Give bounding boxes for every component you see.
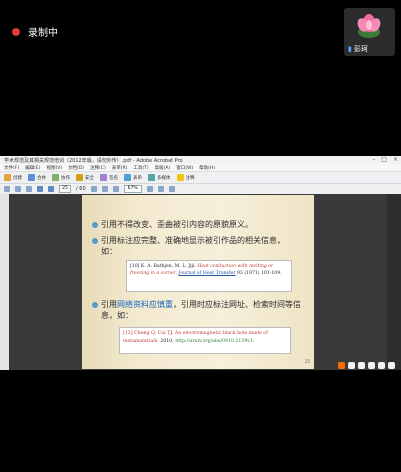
mic-icon: ▮ bbox=[348, 45, 352, 53]
participant-name: 彭珂 bbox=[353, 45, 368, 53]
shared-screen: 学术规范及其相关规范培训（2012年版，请勿外传）.pdf - Adobe Ac… bbox=[0, 156, 401, 370]
maximize-icon[interactable]: □ bbox=[381, 156, 387, 163]
menu-forms[interactable]: 表单(R) bbox=[112, 165, 128, 171]
tray-icon-2[interactable] bbox=[358, 362, 365, 369]
tray-icon-3[interactable] bbox=[368, 362, 375, 369]
sign-button[interactable]: 签名 bbox=[100, 174, 118, 181]
menu-edit[interactable]: 编辑(E) bbox=[25, 165, 40, 171]
page-total: / 60 bbox=[76, 186, 86, 192]
bullet-item: 引用不得改变、歪曲被引内容的原貌原义。 bbox=[92, 219, 253, 230]
menu-tools[interactable]: 工具(T) bbox=[133, 165, 148, 171]
document-workspace: 引用不得改变、歪曲被引内容的原貌原义。 引用标注应完整、准确地显示被引作品的相关… bbox=[0, 194, 401, 370]
bullet-item: 引用标注应完整、准确地显示被引作品的相关信息，如： bbox=[92, 235, 297, 257]
recording-label: 录制中 bbox=[28, 28, 58, 39]
forms-button[interactable]: 表单 bbox=[124, 174, 142, 181]
system-tray bbox=[338, 362, 395, 369]
pen-icon bbox=[100, 174, 107, 181]
bullet-text: 引用标注应完整、准确地显示被引作品的相关信息，如： bbox=[101, 236, 285, 256]
hand-tool-icon[interactable] bbox=[90, 186, 97, 192]
ref-volume: 93 bbox=[237, 271, 243, 276]
ref-pages: (1971) 101-109. bbox=[244, 271, 282, 276]
menu-advanced[interactable]: 高级(A) bbox=[155, 165, 171, 171]
ref-number: [10] bbox=[130, 264, 140, 269]
bullet-item: 引用网络资料应慎重，引用时应标注网址、检索时间等信息，如： bbox=[92, 299, 307, 321]
ref-number: [12] bbox=[123, 331, 133, 336]
menu-window[interactable]: 窗口(W) bbox=[176, 165, 193, 171]
reference-example-journal: [10] K. A. Rathjen, M. L. Jiji. Heat con… bbox=[126, 260, 292, 292]
window-title: 学术规范及其相关规范培训（2012年版，请勿外传）.pdf - Adobe Ac… bbox=[4, 157, 183, 164]
form-icon bbox=[124, 174, 131, 181]
input-method-icon[interactable] bbox=[338, 362, 345, 369]
record-dot-icon bbox=[12, 27, 20, 36]
page-number-input[interactable]: 25 bbox=[59, 185, 71, 193]
combine-button[interactable]: 合并 bbox=[28, 174, 46, 181]
bullet-text: 引用不得改变、歪曲被引内容的原貌原义。 bbox=[101, 220, 253, 229]
slide-page-number: 25 bbox=[304, 359, 310, 364]
next-page-icon[interactable] bbox=[48, 186, 54, 192]
ref-journal: Journal of Heat Transfer bbox=[178, 271, 236, 276]
reference-example-web: [12] Cheng Q, Cui TJ. An electromagnetic… bbox=[119, 327, 291, 354]
ref-authors: Cheng Q, Cui TJ. bbox=[134, 331, 174, 336]
menu-help[interactable]: 帮助(H) bbox=[199, 165, 215, 171]
tray-icon-4[interactable] bbox=[378, 362, 385, 369]
collaborate-icon bbox=[52, 174, 59, 181]
create-button[interactable]: 创建 bbox=[4, 174, 22, 181]
lotus-avatar-icon bbox=[357, 14, 381, 38]
bullet-text: 引用网络资料应慎重，引用时应标注网址、检索时间等信息，如： bbox=[101, 300, 301, 320]
film-icon bbox=[148, 174, 155, 181]
highlight-phrase: 网络资料应慎重 bbox=[117, 300, 173, 309]
ref-url: http://arxiv.org/abs/0910.2159v1. bbox=[175, 339, 255, 344]
comment-icon bbox=[176, 174, 184, 181]
print-icon[interactable] bbox=[15, 186, 21, 192]
main-toolbar: 创建 合并 协作 安全 签名 表单 多媒体 注释 bbox=[0, 172, 401, 184]
ref-year: 2010; bbox=[160, 339, 174, 344]
zoom-in-icon[interactable] bbox=[146, 186, 153, 192]
right-panel bbox=[387, 194, 401, 370]
bullet-icon bbox=[92, 238, 98, 244]
search-icon[interactable] bbox=[168, 186, 175, 192]
menu-file[interactable]: 文件(F) bbox=[4, 165, 19, 171]
minimize-icon[interactable]: – bbox=[372, 156, 375, 163]
menu-bar: 文件(F) 编辑(E) 视图(V) 文档(D) 注释(C) 表单(R) 工具(T… bbox=[0, 164, 401, 172]
menu-comments[interactable]: 注释(C) bbox=[90, 165, 106, 171]
participant-video-tile[interactable]: ▮ 彭珂 bbox=[344, 8, 395, 56]
secure-button[interactable]: 安全 bbox=[76, 174, 94, 181]
recording-indicator: 录制中 bbox=[12, 24, 58, 39]
pdf-page: 引用不得改变、歪曲被引内容的原貌原义。 引用标注应完整、准确地显示被引作品的相关… bbox=[82, 195, 314, 369]
multimedia-button[interactable]: 多媒体 bbox=[148, 174, 171, 181]
navigation-pane[interactable] bbox=[0, 194, 9, 370]
open-icon[interactable] bbox=[4, 186, 10, 192]
tray-icon-5[interactable] bbox=[388, 362, 395, 369]
bullet-icon bbox=[92, 222, 98, 228]
zoom-input[interactable]: 67% bbox=[123, 185, 142, 193]
prev-page-icon[interactable] bbox=[37, 186, 43, 192]
menu-document[interactable]: 文档(D) bbox=[68, 165, 84, 171]
ref-authors: K. A. Rathjen, M. L. Jiji. bbox=[140, 264, 196, 269]
fit-page-icon[interactable] bbox=[157, 186, 164, 192]
create-icon bbox=[4, 174, 11, 181]
tray-icon-1[interactable] bbox=[348, 362, 355, 369]
comment-button[interactable]: 注释 bbox=[176, 174, 195, 181]
zoom-out-icon[interactable] bbox=[112, 186, 119, 192]
select-tool-icon[interactable] bbox=[101, 186, 108, 192]
close-icon[interactable]: × bbox=[393, 156, 398, 163]
window-controls: – □ × bbox=[372, 156, 398, 163]
participant-name-row: ▮ 彭珂 bbox=[348, 44, 368, 54]
collaborate-button[interactable]: 协作 bbox=[52, 174, 70, 181]
lock-icon bbox=[76, 174, 83, 181]
combine-icon bbox=[28, 174, 35, 181]
window-titlebar: 学术规范及其相关规范培训（2012年版，请勿外传）.pdf - Adobe Ac… bbox=[0, 156, 401, 164]
email-icon[interactable] bbox=[26, 186, 32, 192]
bullet-icon bbox=[92, 302, 98, 308]
menu-view[interactable]: 视图(V) bbox=[46, 165, 62, 171]
